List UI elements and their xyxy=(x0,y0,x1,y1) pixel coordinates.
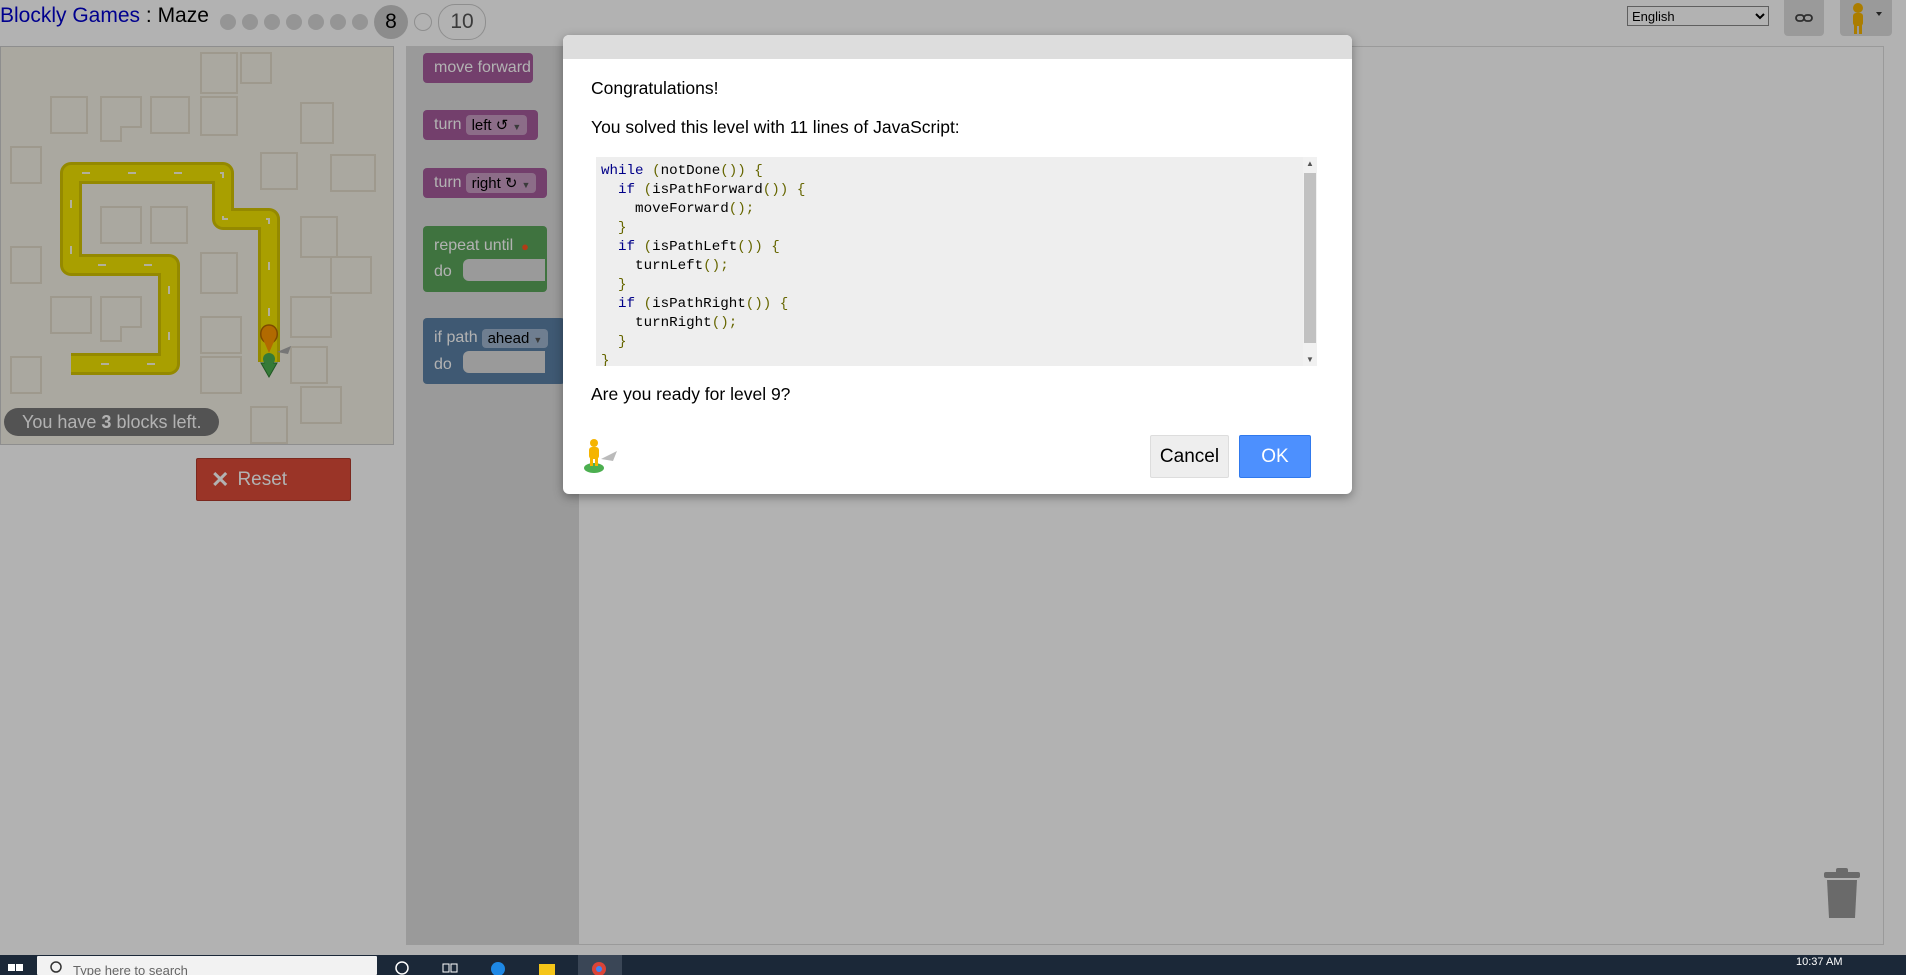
congratulations-dialog: Congratulations! You solved this level w… xyxy=(563,35,1352,494)
taskbar-clock[interactable]: 10:37 AM xyxy=(1796,956,1842,968)
code-viewer[interactable]: while (notDone()) { if (isPathForward())… xyxy=(596,157,1317,366)
code-line: } xyxy=(601,334,627,350)
scroll-down-arrow-icon[interactable]: ▼ xyxy=(1306,355,1314,364)
code-line: if (isPathForward()) { xyxy=(618,182,806,198)
code-line: moveForward(); xyxy=(601,201,755,217)
code-scrollbar[interactable]: ▲ ▼ xyxy=(1303,157,1317,366)
dialog-titlebar[interactable] xyxy=(563,35,1352,59)
dialog-question: Are you ready for level 9? xyxy=(591,384,791,404)
chrome-taskbar-item[interactable] xyxy=(578,955,622,975)
scrollbar-thumb[interactable] xyxy=(1304,173,1316,343)
code-line: turnLeft(); xyxy=(601,258,729,274)
chrome-icon xyxy=(592,962,606,975)
code-line: if (isPathRight()) { xyxy=(618,296,789,312)
windows-taskbar: Type here to search 10:37 AM xyxy=(0,955,1906,975)
search-icon xyxy=(50,961,62,973)
dialog-solved-text: You solved this level with 11 lines of J… xyxy=(591,117,960,137)
task-view-icon[interactable] xyxy=(440,958,460,975)
code-line: if (isPathLeft()) { xyxy=(618,239,780,255)
pegman-icon xyxy=(584,439,617,473)
scroll-up-arrow-icon[interactable]: ▲ xyxy=(1306,159,1314,168)
code-block: while (notDone()) { if (isPathForward())… xyxy=(596,157,1317,366)
ok-button[interactable]: OK xyxy=(1239,435,1311,478)
taskbar-search-input[interactable]: Type here to search xyxy=(37,956,377,975)
cortana-icon[interactable] xyxy=(392,958,412,975)
cancel-button[interactable]: Cancel xyxy=(1150,435,1229,478)
file-explorer-icon[interactable] xyxy=(537,958,557,975)
code-line: while (notDone()) { xyxy=(601,163,763,179)
code-line: turnRight(); xyxy=(601,315,738,331)
code-line: } xyxy=(601,353,610,366)
windows-start-icon[interactable] xyxy=(6,958,26,975)
edge-browser-icon[interactable] xyxy=(488,958,508,975)
dialog-heading: Congratulations! xyxy=(591,78,719,98)
code-line: } xyxy=(601,220,627,236)
code-line: } xyxy=(601,277,627,293)
